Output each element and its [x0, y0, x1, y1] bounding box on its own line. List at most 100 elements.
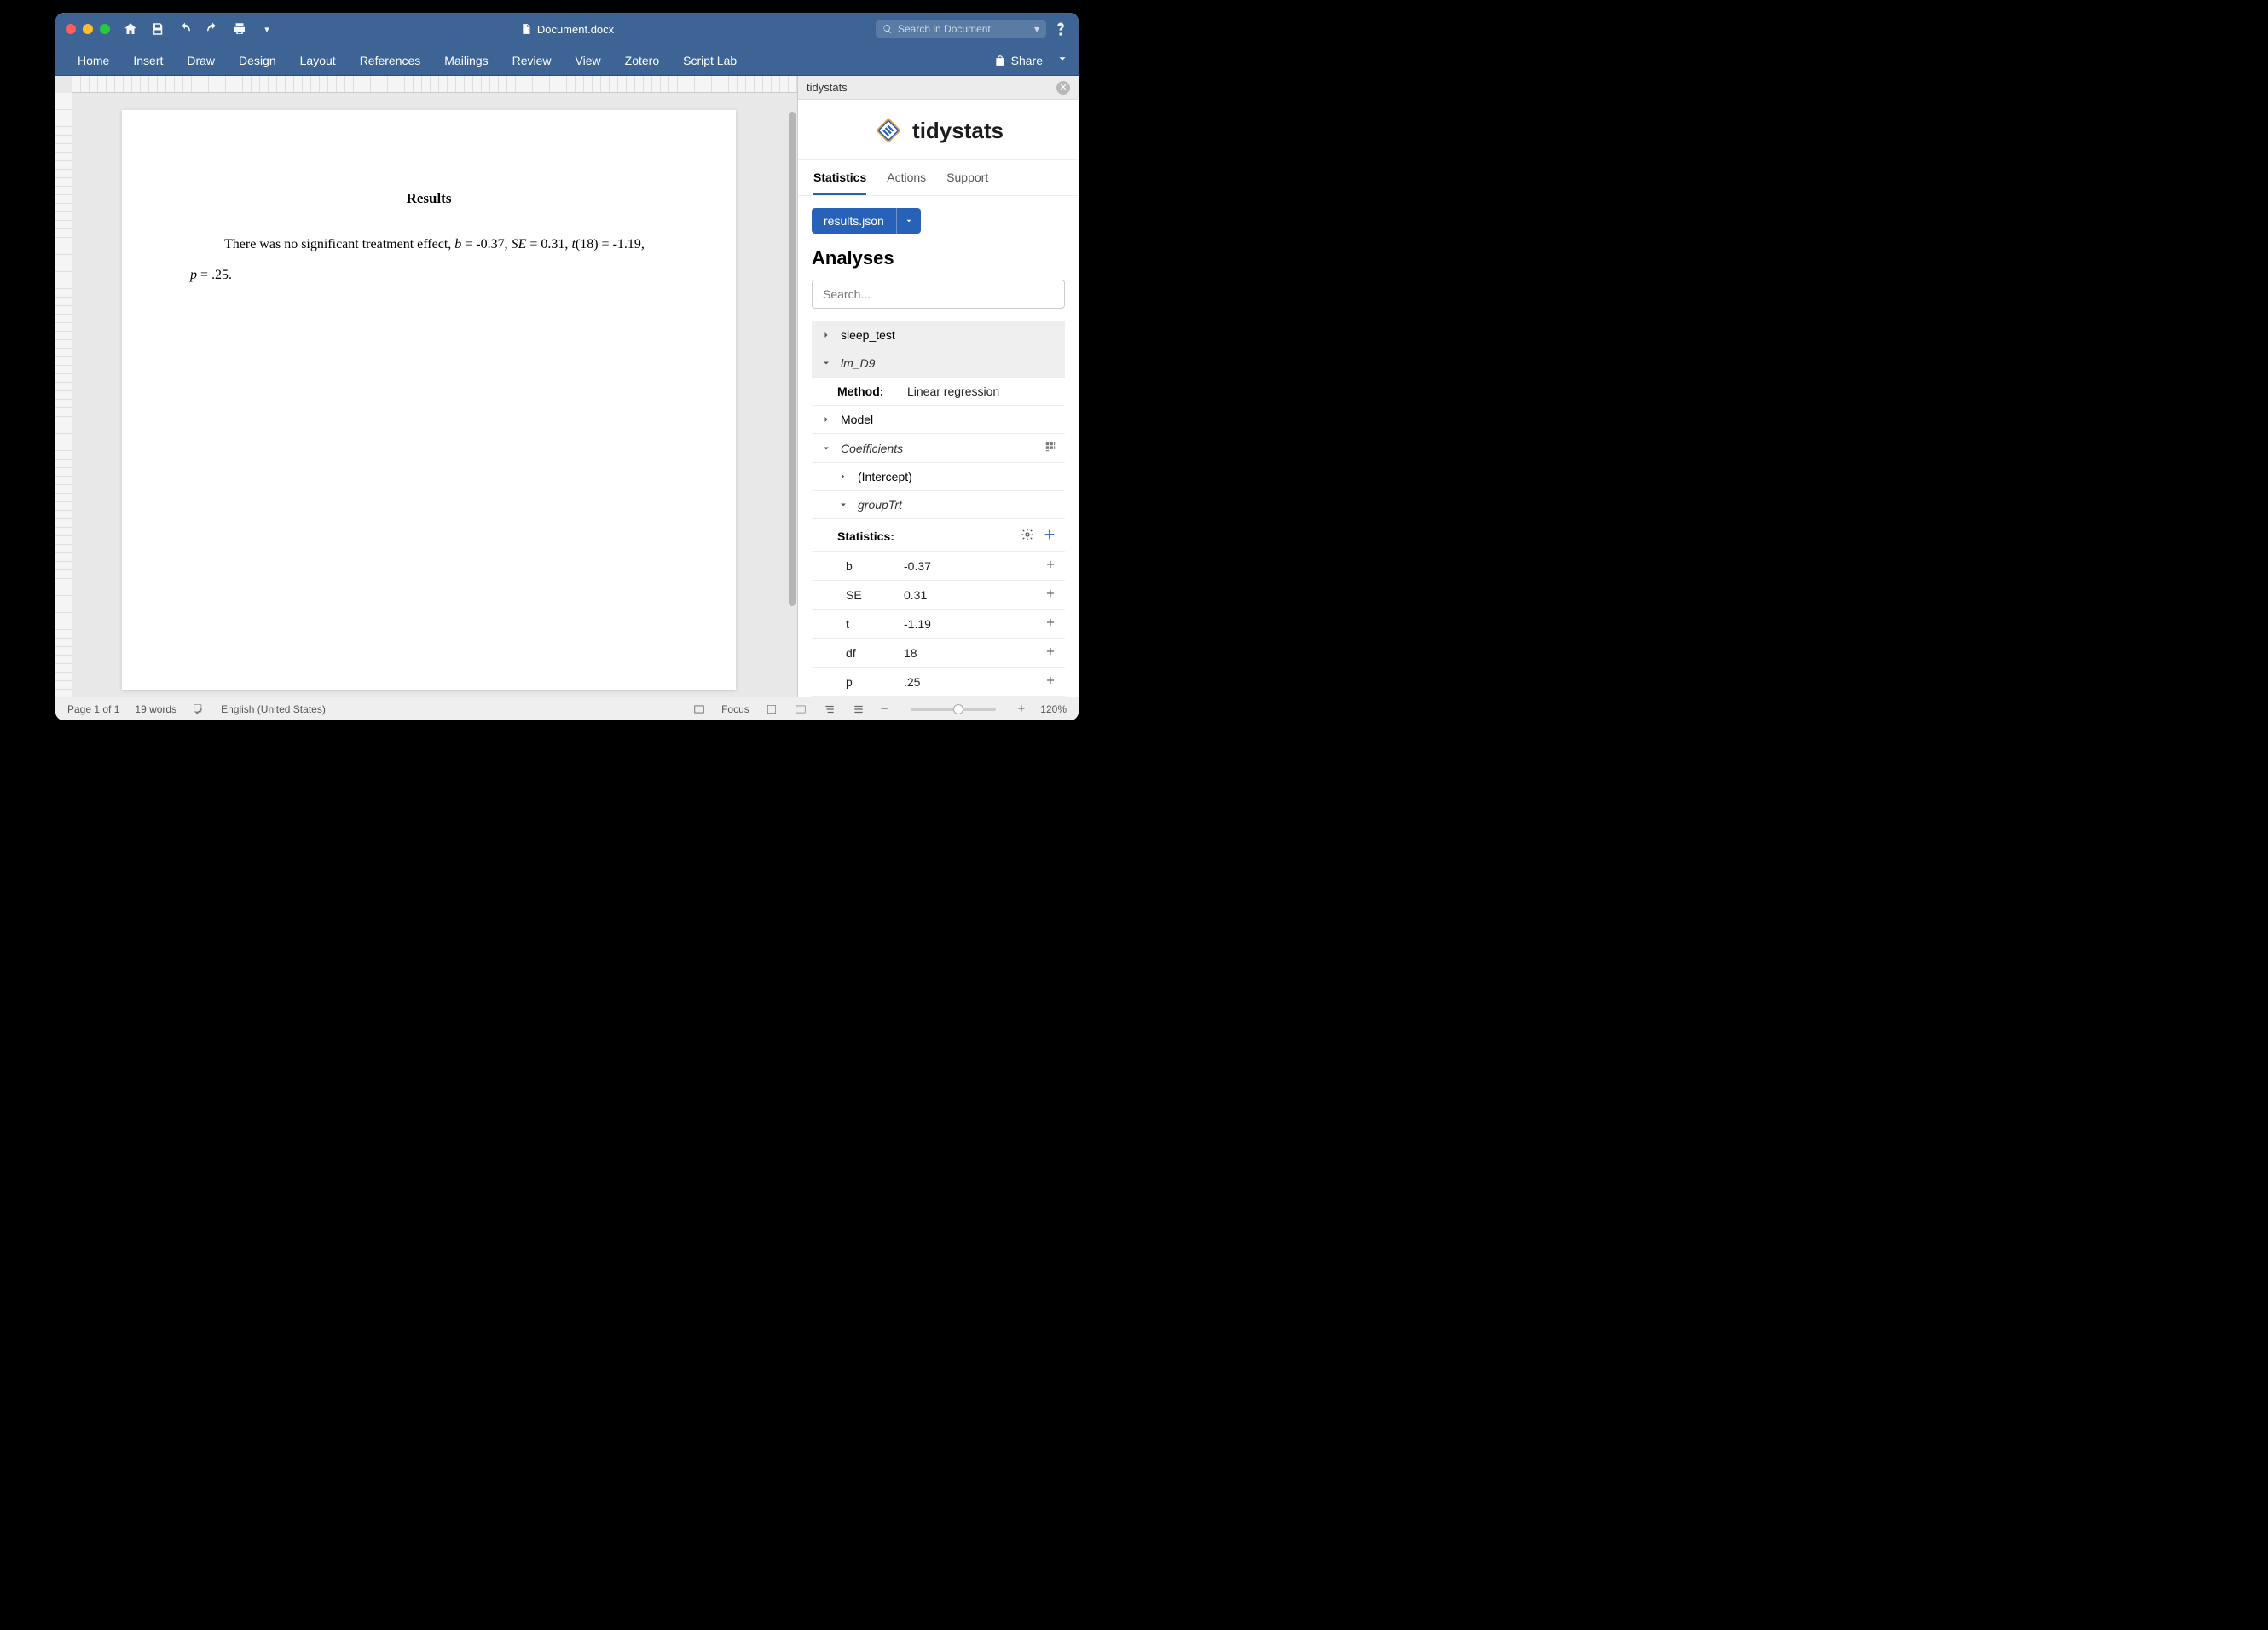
sidepane-tab-actions[interactable]: Actions	[887, 171, 926, 195]
content-row: Results There was no significant treatme…	[55, 76, 1079, 697]
document-area: Results There was no significant treatme…	[55, 76, 797, 697]
text-run: = 0.31,	[526, 237, 571, 251]
close-window-button[interactable]	[66, 24, 76, 34]
status-words[interactable]: 19 words	[135, 703, 176, 715]
maximize-window-button[interactable]	[100, 24, 110, 34]
zoom-value[interactable]: 120%	[1040, 703, 1067, 715]
insert-stat-button[interactable]	[1044, 558, 1056, 573]
share-button[interactable]: Share	[986, 54, 1051, 67]
sidepane-tab-support[interactable]: Support	[946, 171, 988, 195]
statistics-header-row: Statistics:	[812, 518, 1065, 551]
vertical-scrollbar[interactable]	[789, 112, 796, 615]
status-focus[interactable]: Focus	[721, 703, 749, 715]
intercept-row[interactable]: (Intercept)	[812, 462, 1065, 490]
sidepane-body: results.json Analyses sleep_test lm_D9 M…	[798, 196, 1079, 697]
status-language[interactable]: English (United States)	[221, 703, 326, 715]
ribbon-collapse-icon[interactable]	[1056, 53, 1068, 67]
stat-p-label: p	[190, 268, 197, 282]
plus-icon[interactable]	[1043, 528, 1056, 544]
stat-value: -1.19	[904, 617, 931, 631]
stat-value: -0.37	[904, 559, 931, 573]
web-layout-icon[interactable]	[794, 702, 807, 716]
undo-icon[interactable]	[177, 21, 193, 37]
text-run: (18) = -1.19,	[576, 237, 645, 251]
tab-zotero[interactable]: Zotero	[613, 45, 671, 75]
stat-row-b: b -0.37	[812, 551, 1065, 580]
grouptrt-row[interactable]: groupTrt	[812, 490, 1065, 518]
tab-view[interactable]: View	[564, 45, 613, 75]
chevron-down-icon	[820, 357, 832, 369]
spellcheck-icon[interactable]	[192, 702, 205, 716]
stat-value: 18	[904, 646, 917, 660]
quick-access-toolbar: ▾	[123, 21, 275, 37]
stat-row-df: df 18	[812, 638, 1065, 667]
stat-value: .25	[904, 675, 920, 689]
doc-paragraph: There was no significant treatment effec…	[190, 229, 668, 259]
tab-home[interactable]: Home	[66, 45, 121, 75]
tree-label: lm_D9	[841, 356, 875, 370]
minimize-window-button[interactable]	[83, 24, 93, 34]
sidepane-tab-statistics[interactable]: Statistics	[813, 171, 866, 195]
tab-references[interactable]: References	[348, 45, 433, 75]
insert-stat-button[interactable]	[1044, 645, 1056, 660]
tab-review[interactable]: Review	[500, 45, 564, 75]
traffic-lights	[66, 24, 110, 34]
method-value: Linear regression	[907, 384, 999, 398]
close-sidepane-button[interactable]: ✕	[1056, 81, 1070, 95]
doc-paragraph: p = .25.	[190, 260, 668, 290]
insert-stat-button[interactable]	[1044, 674, 1056, 689]
search-input[interactable]: Search in Document ▾	[876, 20, 1046, 38]
tree-label: groupTrt	[858, 498, 902, 512]
analyses-search-input[interactable]	[812, 280, 1065, 309]
chevron-down-icon	[837, 499, 849, 511]
save-icon[interactable]	[150, 21, 165, 37]
tab-scriptlab[interactable]: Script Lab	[671, 45, 749, 75]
tab-mailings[interactable]: Mailings	[432, 45, 500, 75]
tab-layout[interactable]: Layout	[288, 45, 348, 75]
stat-key: t	[846, 617, 904, 631]
redo-icon[interactable]	[205, 21, 220, 37]
sidepane-brand: tidystats	[798, 100, 1079, 160]
home-icon[interactable]	[123, 21, 138, 37]
zoom-in-button[interactable]: +	[1018, 702, 1026, 716]
zoom-knob[interactable]	[953, 704, 963, 714]
page-scroll-area[interactable]: Results There was no significant treatme…	[55, 93, 797, 697]
customize-toolbar-icon[interactable]: ▾	[259, 21, 275, 37]
analysis-lm-d9[interactable]: lm_D9	[812, 349, 1065, 377]
file-picker-dropdown-icon[interactable]	[896, 208, 921, 234]
zoom-slider[interactable]	[911, 708, 996, 711]
gear-icon[interactable]	[1021, 528, 1034, 544]
tab-insert[interactable]: Insert	[121, 45, 175, 75]
file-picker-button[interactable]: results.json	[812, 208, 921, 234]
help-icon[interactable]	[1053, 21, 1068, 37]
stat-row-t: t -1.19	[812, 609, 1065, 638]
text-run: = .25.	[197, 268, 232, 282]
analysis-sleep-test[interactable]: sleep_test	[812, 321, 1065, 349]
file-name-label: results.json	[812, 208, 896, 234]
tab-draw[interactable]: Draw	[175, 45, 227, 75]
scroll-thumb[interactable]	[789, 112, 796, 606]
horizontal-ruler[interactable]	[72, 76, 797, 93]
stat-key: df	[846, 646, 904, 660]
grid-icon[interactable]	[1044, 441, 1056, 455]
print-layout-icon[interactable]	[765, 702, 778, 716]
tab-design[interactable]: Design	[227, 45, 288, 75]
draft-view-icon[interactable]	[852, 702, 865, 716]
zoom-out-button[interactable]: −	[881, 702, 888, 716]
insert-stat-button[interactable]	[1044, 587, 1056, 602]
outline-view-icon[interactable]	[823, 702, 836, 716]
tidystats-logo-icon	[873, 115, 904, 146]
sidepane-header: tidystats ✕	[798, 76, 1079, 100]
chevron-right-icon	[837, 471, 849, 483]
tree-label: Coefficients	[841, 442, 903, 455]
status-page[interactable]: Page 1 of 1	[67, 703, 119, 715]
document-page[interactable]: Results There was no significant treatme…	[122, 110, 736, 690]
coefficients-row[interactable]: Coefficients	[812, 433, 1065, 462]
ribbon-tabs: Home Insert Draw Design Layout Reference…	[55, 45, 1079, 76]
method-row: Method: Linear regression	[812, 377, 1065, 405]
analyses-heading: Analyses	[812, 247, 1065, 269]
focus-mode-icon[interactable]	[692, 702, 706, 716]
insert-stat-button[interactable]	[1044, 616, 1056, 631]
model-row[interactable]: Model	[812, 405, 1065, 433]
print-icon[interactable]	[232, 21, 247, 37]
